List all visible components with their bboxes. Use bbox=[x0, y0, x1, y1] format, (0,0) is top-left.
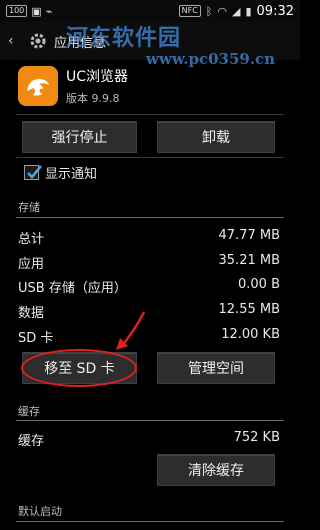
force-stop-button[interactable]: 强行停止 bbox=[22, 121, 137, 153]
cache-section-header: 缓存 bbox=[18, 405, 40, 418]
watermark-logo: 河东软件园 bbox=[66, 25, 182, 51]
row-label: USB 存储（应用） bbox=[18, 281, 127, 296]
app-name: UC浏览器 bbox=[66, 69, 129, 85]
row-value: 0.00 B bbox=[238, 277, 280, 292]
row-value: 12.00 KB bbox=[221, 327, 280, 342]
row-value: 12.55 MB bbox=[218, 302, 280, 317]
section-divider bbox=[16, 420, 284, 421]
row-label: SD 卡 bbox=[18, 331, 54, 346]
section-divider bbox=[16, 217, 284, 218]
divider bbox=[16, 157, 284, 158]
status-time: 09:32 bbox=[256, 3, 294, 19]
cache-row: 缓存 752 KB bbox=[18, 430, 280, 449]
section-divider bbox=[16, 521, 284, 522]
show-notifications-label: 显示通知 bbox=[45, 167, 98, 182]
row-label: 缓存 bbox=[18, 434, 45, 449]
row-value: 752 KB bbox=[233, 430, 280, 445]
app-version: 版本 9.9.8 bbox=[66, 92, 120, 105]
row-label: 应用 bbox=[18, 257, 45, 272]
manage-space-button[interactable]: 管理空间 bbox=[157, 352, 275, 384]
storage-section-header: 存储 bbox=[18, 201, 40, 214]
storage-row-app: 应用 35.21 MB bbox=[18, 253, 280, 272]
show-notifications-checkbox[interactable] bbox=[24, 165, 42, 180]
divider bbox=[16, 114, 284, 115]
row-label: 总计 bbox=[18, 232, 45, 247]
wifi-icon: ◠ bbox=[217, 4, 227, 18]
row-value: 35.21 MB bbox=[218, 253, 280, 268]
nfc-icon: NFC bbox=[178, 5, 201, 17]
app-header: UC浏览器 版本 9.9.8 bbox=[18, 66, 128, 106]
battery-icon: ▮ bbox=[245, 4, 252, 18]
bluetooth-icon: ᛒ bbox=[205, 4, 213, 18]
uninstall-button[interactable]: 卸载 bbox=[157, 121, 275, 153]
storage-row-usb: USB 存储（应用） 0.00 B bbox=[18, 277, 280, 296]
clear-cache-button[interactable]: 清除缓存 bbox=[157, 454, 275, 486]
storage-row-total: 总计 47.77 MB bbox=[18, 228, 280, 247]
row-label: 数据 bbox=[18, 306, 45, 321]
annotation-oval bbox=[21, 349, 137, 387]
uc-browser-icon bbox=[18, 66, 58, 106]
signal-icon: ◢ bbox=[232, 4, 241, 18]
watermark-url: www.pc0359.cn bbox=[146, 50, 276, 68]
status-bar: 100 ▣ ⌁ NFC ᛒ ◠ ◢ ▮ 09:32 bbox=[0, 0, 300, 22]
back-icon[interactable]: ‹ bbox=[8, 32, 26, 50]
usb-icon: ⌁ bbox=[45, 4, 53, 18]
row-value: 47.77 MB bbox=[218, 228, 280, 243]
show-notifications-row[interactable]: 显示通知 bbox=[24, 163, 97, 182]
settings-icon[interactable] bbox=[28, 31, 48, 51]
notification-icon: ▣ bbox=[31, 4, 42, 18]
annotation-arrow-icon bbox=[116, 311, 146, 350]
checkmark-icon bbox=[27, 165, 42, 179]
battery-badge: 100 bbox=[6, 5, 28, 17]
default-launch-section-header: 默认启动 bbox=[18, 505, 62, 518]
